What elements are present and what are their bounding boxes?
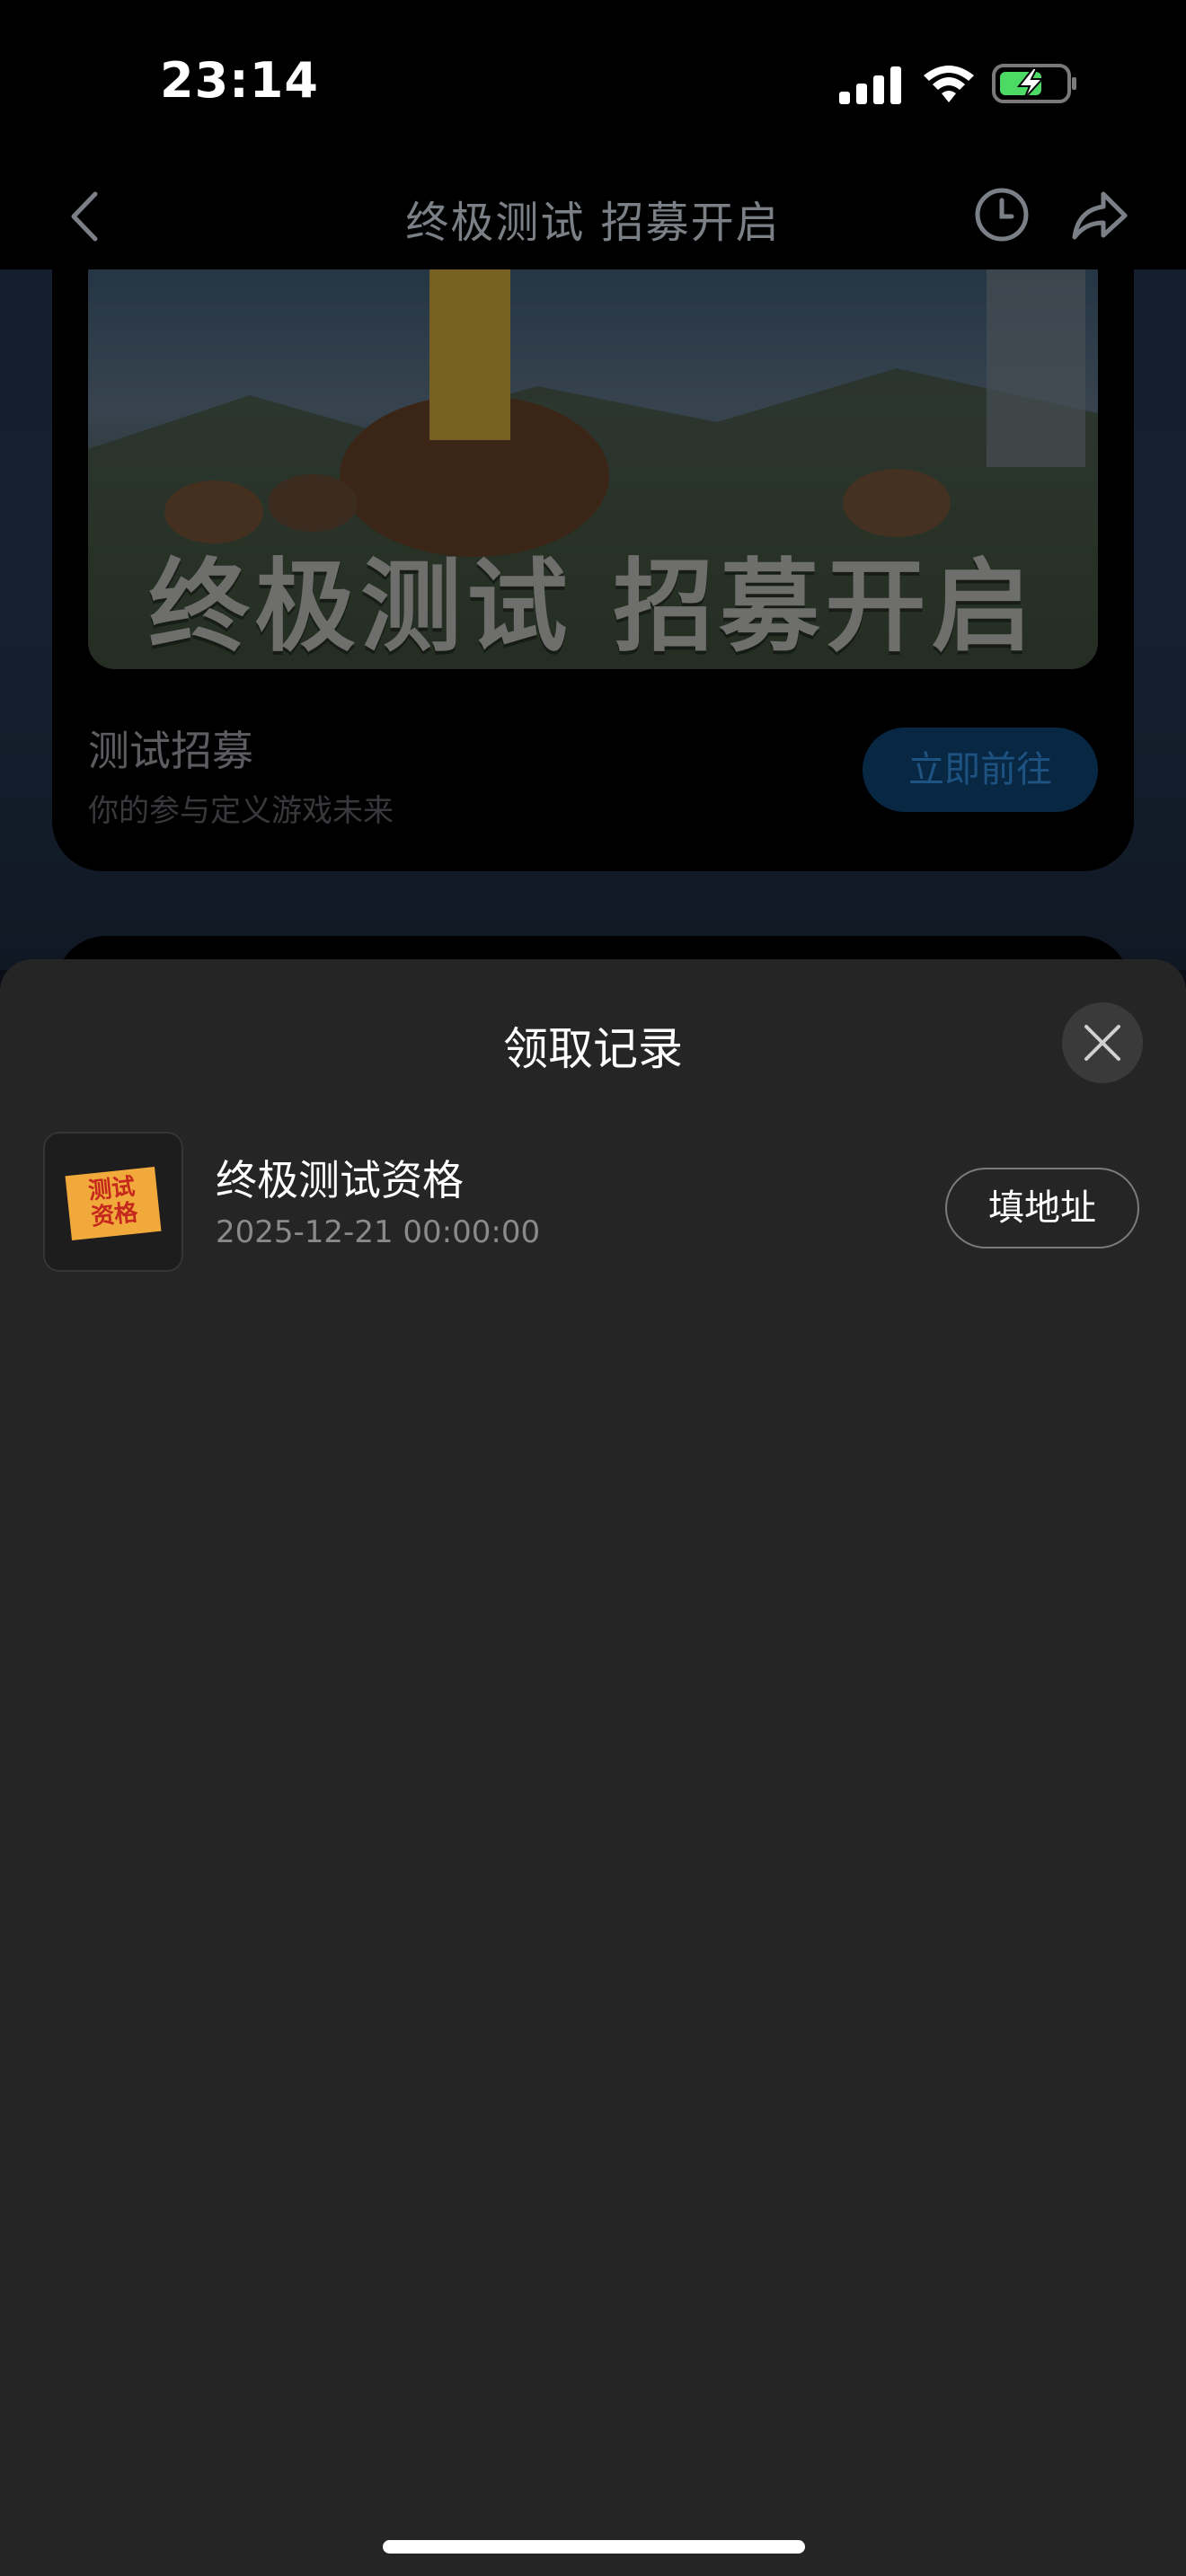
sheet-title: 领取记录 <box>503 1023 683 1075</box>
card-title: 测试招募 <box>88 727 253 775</box>
banner-image: 终极测试 招募开启 <box>88 269 1098 669</box>
cellular-signal-icon <box>839 66 901 104</box>
ticket-icon-label: 测试 资格 <box>86 1173 139 1231</box>
recruit-card: 终极测试 招募开启 测试招募 你的参与定义游戏未来 立即前往 <box>52 180 1134 871</box>
close-icon <box>1084 1025 1120 1061</box>
nav-bar: 终极测试 招募开启 <box>0 171 1186 269</box>
card-subtitle: 你的参与定义游戏未来 <box>88 793 394 829</box>
history-clock-icon[interactable] <box>972 185 1031 244</box>
wifi-icon <box>924 66 974 102</box>
record-title: 终极测试资格 <box>216 1156 464 1204</box>
records-sheet: 领取记录 测试 资格 终极测试资格 2025-12-21 00:00:00 填地… <box>0 959 1186 2576</box>
banner-title: 终极测试 招募开启 <box>148 549 1038 666</box>
share-icon[interactable] <box>1069 187 1128 243</box>
fill-address-button[interactable]: 填地址 <box>945 1168 1139 1248</box>
close-button[interactable] <box>1062 1002 1143 1083</box>
record-item: 测试 资格 终极测试资格 2025-12-21 00:00:00 填地址 <box>43 1132 1143 1272</box>
ticket-icon: 测试 资格 <box>65 1166 162 1241</box>
status-bar: 23:14 <box>0 0 1186 171</box>
record-date: 2025-12-21 00:00:00 <box>216 1214 541 1250</box>
battery-charging-icon <box>992 64 1076 103</box>
ticket-thumbnail: 测试 资格 <box>43 1132 183 1272</box>
home-indicator <box>383 2540 805 2554</box>
go-now-button[interactable]: 立即前往 <box>863 728 1098 812</box>
status-time: 23:14 <box>160 52 319 109</box>
